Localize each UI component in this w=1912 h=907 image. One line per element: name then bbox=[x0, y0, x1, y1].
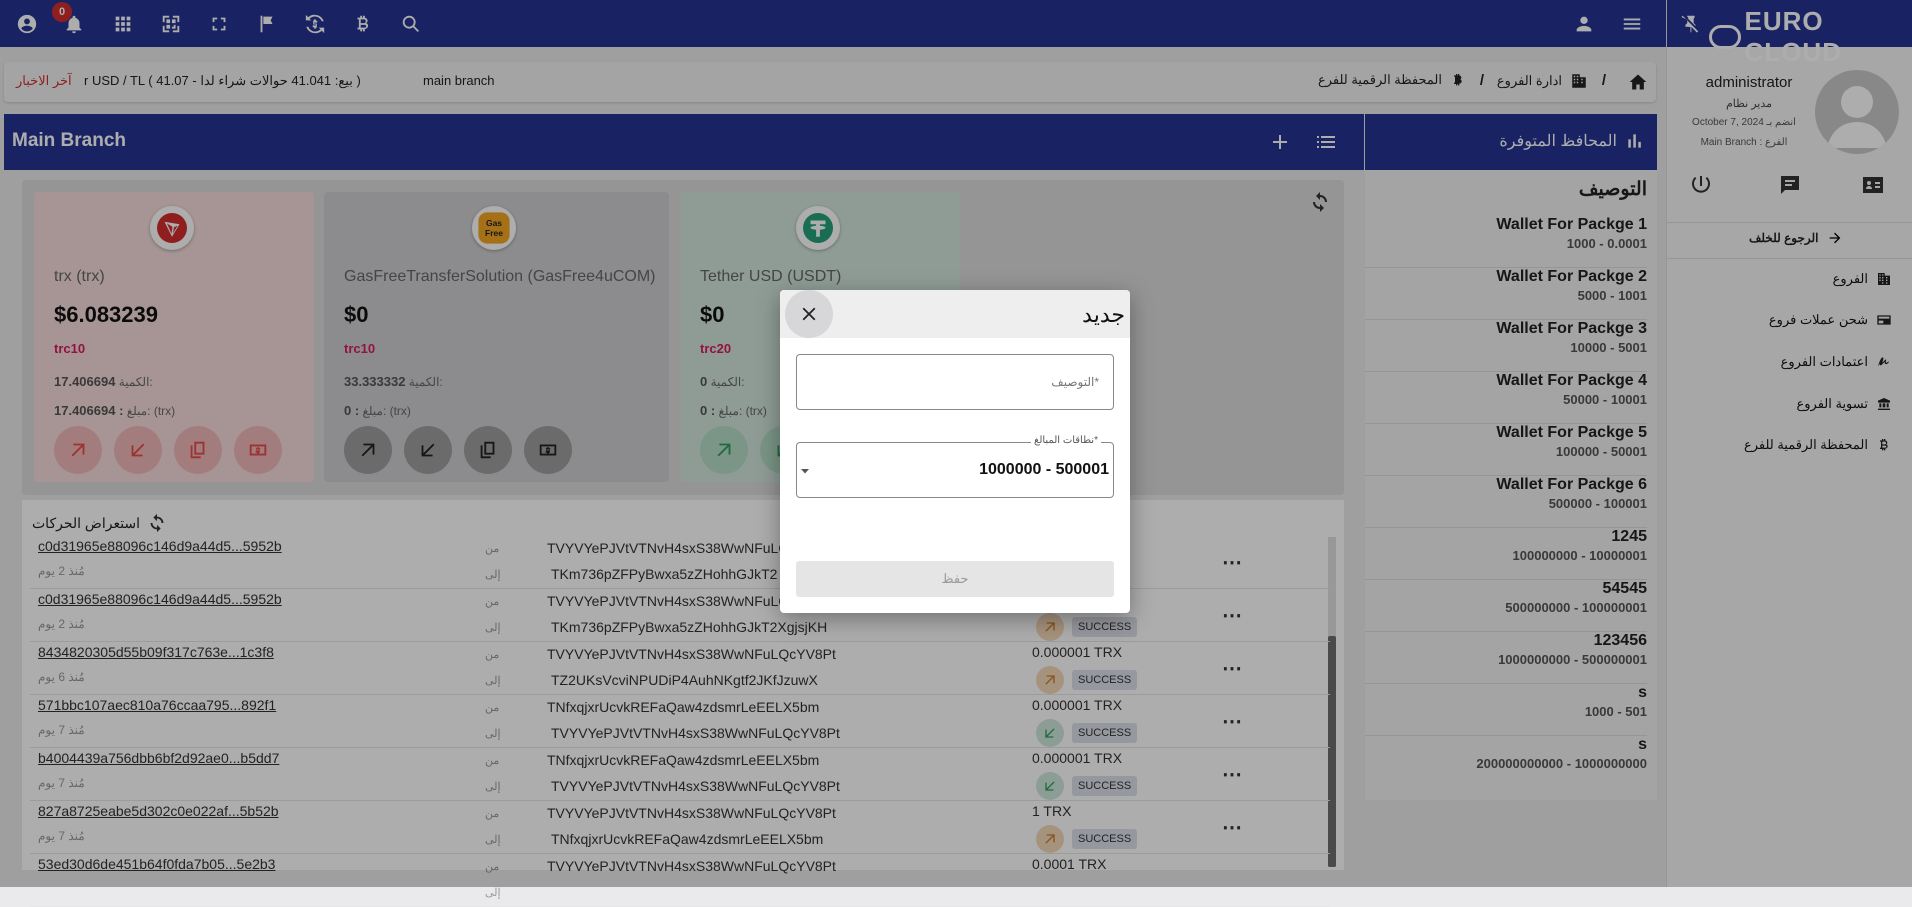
dialog-header: جديد bbox=[780, 290, 1130, 338]
close-button[interactable] bbox=[785, 290, 833, 338]
dropdown-arrow-icon bbox=[801, 469, 809, 474]
to-label: إلى bbox=[485, 887, 501, 899]
description-input[interactable] bbox=[797, 355, 1113, 409]
close-icon bbox=[802, 307, 816, 321]
new-wallet-dialog: جديد نطاقات المبالغ* 1000000 - 500001 حف… bbox=[780, 290, 1130, 613]
amount-range-value: 1000000 - 500001 bbox=[979, 461, 1109, 478]
dialog-title: جديد bbox=[1082, 302, 1125, 327]
save-button[interactable]: حفظ bbox=[796, 561, 1114, 597]
amount-range-label: نطاقات المبالغ* bbox=[1031, 435, 1101, 446]
amount-range-select[interactable]: نطاقات المبالغ* 1000000 - 500001 bbox=[796, 435, 1114, 498]
description-field-wrapper bbox=[796, 354, 1114, 410]
